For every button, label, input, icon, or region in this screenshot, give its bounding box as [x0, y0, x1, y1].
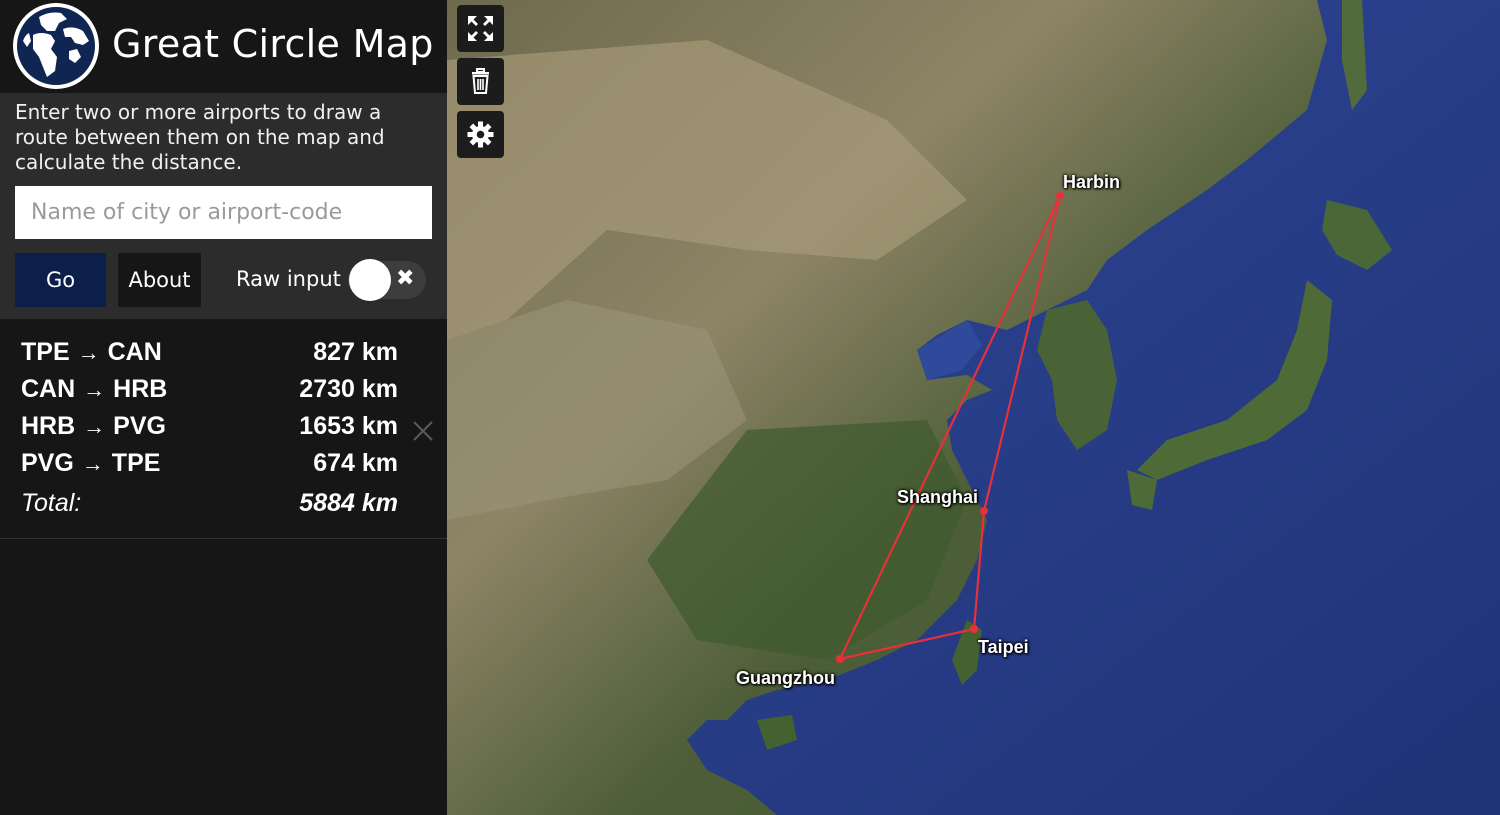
go-button[interactable]: Go — [15, 253, 106, 307]
route-marker-harbin — [1056, 192, 1064, 200]
route-distance: 1653 km — [299, 412, 398, 440]
route-distance: 2730 km — [299, 375, 398, 403]
app-header: Great Circle Map — [0, 0, 447, 93]
total-label: Total: — [21, 489, 82, 517]
toggle-knob — [349, 259, 391, 301]
raw-input-toggle[interactable]: ✖ — [348, 259, 426, 301]
route-from: TPE — [21, 338, 70, 366]
route-row: HRB → PVG 1653 km — [21, 412, 401, 442]
globe-logo-icon — [13, 3, 99, 89]
route-to: PVG — [113, 412, 166, 440]
route-from: HRB — [21, 412, 76, 440]
city-label-guangzhou: Guangzhou — [736, 668, 835, 688]
route-from: PVG — [21, 449, 74, 477]
route-to: CAN — [107, 338, 162, 366]
raw-input-label: Raw input — [236, 267, 341, 291]
distance-list: TPE → CAN 827 km CAN → HRB 2730 km HRB → PVG 1… — [0, 319, 447, 539]
fullscreen-icon — [468, 16, 493, 41]
intro-text: Enter two or more airports to draw a rou… — [15, 100, 385, 174]
route-distance: 827 km — [313, 338, 398, 366]
route-from: CAN — [21, 375, 76, 403]
close-icon[interactable] — [411, 419, 435, 443]
total-row: Total: 5884 km — [21, 489, 401, 519]
route-marker-shanghai — [980, 507, 988, 515]
route-row: PVG → TPE 674 km — [21, 449, 401, 479]
route-row: CAN → HRB 2730 km — [21, 375, 401, 405]
settings-button[interactable] — [457, 111, 504, 158]
route-marker-taipei — [970, 625, 978, 633]
sidebar: Great Circle Map Enter two or more airpo… — [0, 0, 447, 815]
trash-icon — [472, 68, 489, 94]
route-marker-guangzhou — [836, 655, 844, 663]
about-button[interactable]: About — [118, 253, 201, 307]
route-distance: 674 km — [313, 449, 398, 477]
gear-icon — [467, 121, 494, 148]
city-label-shanghai: Shanghai — [897, 487, 979, 507]
city-label-harbin: Harbin — [1063, 172, 1121, 192]
airport-search-input[interactable] — [15, 186, 432, 239]
map-view[interactable]: Harbin Shanghai Taipei Guangzhou — [447, 0, 1500, 815]
arrow-icon: → — [77, 340, 100, 365]
toggle-off-icon: ✖ — [396, 266, 415, 291]
arrow-icon: → — [83, 414, 106, 439]
arrow-icon: → — [83, 377, 106, 402]
route-to: TPE — [111, 449, 161, 477]
fullscreen-button[interactable] — [457, 5, 504, 52]
intro-panel: Enter two or more airports to draw a rou… — [0, 93, 447, 319]
route-to: HRB — [113, 375, 168, 403]
app-title: Great Circle Map — [112, 22, 434, 66]
route-row: TPE → CAN 827 km — [21, 338, 401, 368]
city-label-taipei: Taipei — [978, 637, 1029, 657]
total-value: 5884 km — [299, 489, 398, 517]
satellite-map[interactable] — [447, 0, 1500, 815]
clear-route-button[interactable] — [457, 58, 504, 105]
arrow-icon: → — [81, 451, 104, 476]
